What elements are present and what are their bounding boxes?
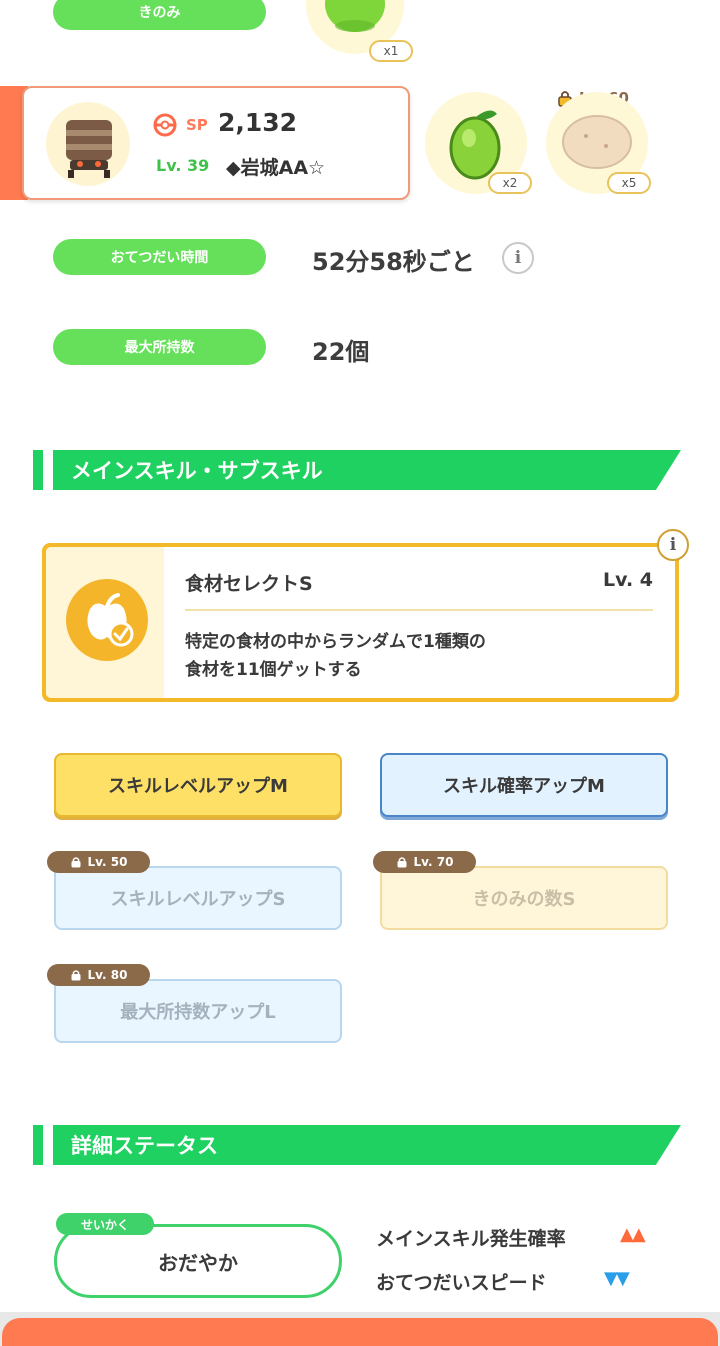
lock-icon xyxy=(71,857,81,868)
help-time-info-button[interactable]: i xyxy=(502,242,534,274)
profile-card[interactable]: SP 2,132 Lv. 39 ◆岩城AA☆ xyxy=(22,86,410,200)
nature-tag: せいかく xyxy=(56,1213,154,1235)
main-skill-desc-line1: 特定の食材の中からランダムで1種類の xyxy=(185,632,486,652)
sub-skill-4-lock-tag: Lv. 70 xyxy=(373,851,476,873)
sub-skill-4-button[interactable]: きのみの数S xyxy=(380,866,668,930)
berry-label: きのみ xyxy=(53,0,266,30)
main-skill-name: 食材セレクトS xyxy=(185,573,313,595)
sub-skill-1-label: スキルレベルアップM xyxy=(108,776,288,797)
nature-up-label: メインスキル発生確率 xyxy=(376,1228,566,1250)
main-skill-icon-panel xyxy=(46,547,164,698)
skills-section-title: メインスキル・サブスキル xyxy=(71,459,323,483)
sub-skill-5-lock-tag: Lv. 80 xyxy=(47,964,150,986)
nature-down-label: おてつだいスピード xyxy=(376,1272,547,1294)
sub-skill-2-label: スキル確率アップM xyxy=(443,776,605,797)
sub-skill-4-lock-level: Lv. 70 xyxy=(413,855,454,869)
bottom-action-bar[interactable] xyxy=(2,1318,718,1346)
main-skill-card[interactable]: 食材セレクトS Lv. 4 特定の食材の中からランダムで1種類の 食材を11個ゲ… xyxy=(42,543,679,702)
sub-skill-2-button[interactable]: スキル確率アップM xyxy=(380,753,668,817)
info-icon: i xyxy=(669,535,677,555)
sub-skill-3-lock-level: Lv. 50 xyxy=(87,855,128,869)
pokeball-icon xyxy=(153,113,177,137)
sp-value: 2,132 xyxy=(218,108,298,137)
help-time-value: 52分58秒ごと xyxy=(312,248,475,276)
max-carry-label: 最大所持数 xyxy=(53,329,266,365)
lock-icon xyxy=(397,857,407,868)
berry-qty-badge: x1 xyxy=(369,40,413,62)
nature-value: おだやか xyxy=(158,1250,238,1275)
sub-skill-5-label: 最大所持数アップL xyxy=(120,1002,276,1023)
pokemon-avatar xyxy=(46,102,130,186)
sub-skill-1-button[interactable]: スキルレベルアップM xyxy=(54,753,342,817)
main-skill-divider xyxy=(185,609,653,611)
ingredient-select-skill-icon xyxy=(87,593,134,647)
rolycoly-icon xyxy=(66,120,112,178)
nature-box[interactable]: おだやか xyxy=(54,1224,342,1298)
skills-section-header: メインスキル・サブスキル xyxy=(33,450,683,490)
help-time-label: おてつだい時間 xyxy=(53,239,266,275)
main-skill-desc-line2: 食材を11個ゲットする xyxy=(185,660,362,680)
sub-skill-3-label: スキルレベルアップS xyxy=(110,889,286,910)
ingredient-2-qty: x5 xyxy=(607,172,651,194)
pokemon-name: ◆岩城AA☆ xyxy=(226,157,326,179)
ingredient-1-qty: x2 xyxy=(488,172,532,194)
sub-skill-3-button[interactable]: スキルレベルアップS xyxy=(54,866,342,930)
nature-up-marks: ▲▲ xyxy=(620,1224,646,1245)
level-text: Lv. 39 xyxy=(156,156,210,175)
main-skill-info-button[interactable]: i xyxy=(657,529,689,561)
lock-icon xyxy=(71,970,81,981)
sub-skill-3-lock-tag: Lv. 50 xyxy=(47,851,150,873)
sp-label: SP xyxy=(186,116,208,134)
nature-down-marks: ▼▼ xyxy=(604,1268,630,1289)
info-icon: i xyxy=(514,248,522,268)
main-skill-level: Lv. 4 xyxy=(603,569,653,591)
details-section-header: 詳細ステータス xyxy=(33,1125,683,1165)
sub-skill-5-lock-level: Lv. 80 xyxy=(87,968,128,982)
sub-skill-5-button[interactable]: 最大所持数アップL xyxy=(54,979,342,1043)
sub-skill-4-label: きのみの数S xyxy=(472,889,576,910)
max-carry-value: 22個 xyxy=(312,338,370,366)
details-section-title: 詳細ステータス xyxy=(71,1134,218,1158)
